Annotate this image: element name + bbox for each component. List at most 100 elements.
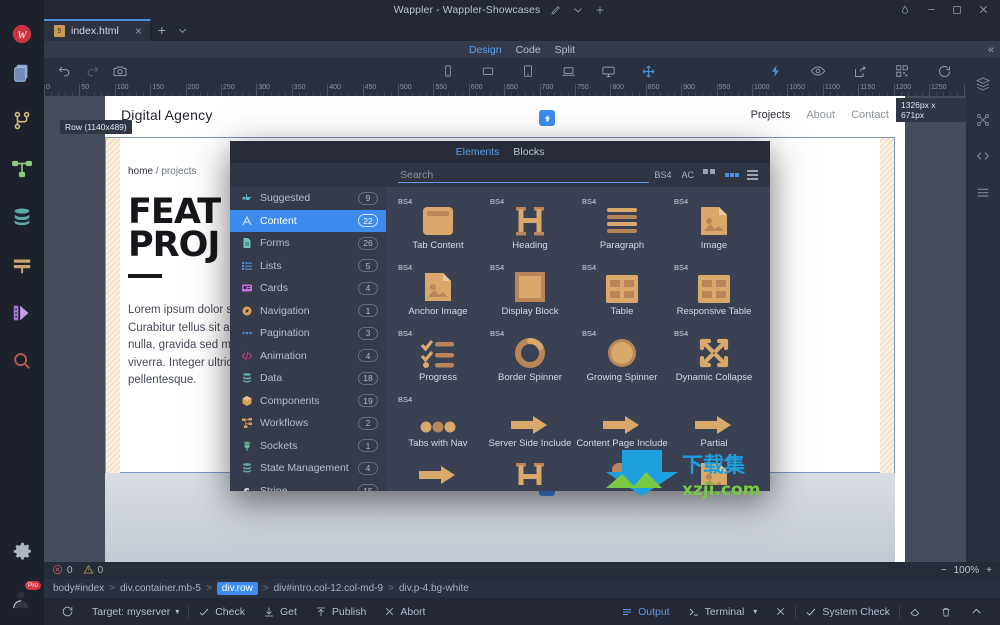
category-item-animation[interactable]: Animation4	[230, 345, 386, 368]
element-tile-tab-content[interactable]: BS4Tab Content	[392, 197, 484, 263]
breadcrumb-projects[interactable]: projects	[161, 166, 196, 177]
category-item-components[interactable]: Components19	[230, 390, 386, 413]
server-connect-icon[interactable]	[0, 241, 44, 289]
insert-up-handle[interactable]	[539, 110, 555, 126]
category-item-content[interactable]: Content22	[230, 210, 386, 233]
target-server-selector[interactable]: Target: myserver ▾	[83, 598, 188, 625]
category-item-navigation[interactable]: Navigation1	[230, 300, 386, 323]
tab-index-html[interactable]: 5 index.html ×	[44, 19, 151, 41]
open-external-icon[interactable]	[846, 58, 874, 84]
element-tile-partial[interactable]	[668, 461, 760, 485]
element-tile-image[interactable]: BS4Image	[668, 197, 760, 263]
dom-breadcrumb-bar[interactable]: body#index>div.container.mb-5>div.row>di…	[44, 579, 1000, 598]
zoom-out-button[interactable]: −	[941, 565, 947, 576]
settings-gear-icon[interactable]	[0, 527, 44, 575]
category-item-suggested[interactable]: Suggested9	[230, 187, 386, 210]
element-tile-heading[interactable]: BS4Heading	[484, 197, 576, 263]
dom-breadcrumb-item[interactable]: div.container.mb-5	[120, 583, 201, 594]
device-mobile-icon[interactable]	[434, 58, 462, 84]
category-item-cards[interactable]: Cards4	[230, 277, 386, 300]
file-manager-icon[interactable]	[0, 49, 44, 97]
device-tablet-portrait-icon[interactable]	[474, 58, 502, 84]
filter-ac-button[interactable]: AC	[676, 170, 699, 180]
design-palette-icon[interactable]	[0, 289, 44, 337]
terminal-close-button[interactable]	[766, 598, 795, 625]
category-list[interactable]: Suggested9Content22Forms26Lists5Cards4Na…	[230, 187, 386, 491]
dom-breadcrumb-item[interactable]: div#intro.col-12.col-md-9	[274, 583, 384, 594]
add-project-icon[interactable]	[593, 3, 606, 16]
category-item-state-management[interactable]: State Management4	[230, 457, 386, 480]
search-icon[interactable]	[0, 337, 44, 385]
wappler-logo[interactable]: W	[0, 19, 44, 49]
small-grid-view-icon[interactable]	[721, 173, 743, 177]
nav-link-contact[interactable]: Contact	[851, 109, 889, 121]
nav-link-about[interactable]: About	[806, 109, 835, 121]
element-tile-growing-spinner[interactable]: BS4Growing Spinner	[576, 329, 668, 395]
chevron-down-icon[interactable]	[571, 3, 584, 16]
element-tile-border-spinner[interactable]: BS4Border Spinner	[484, 329, 576, 395]
element-tile-partial[interactable]	[392, 461, 484, 485]
edit-pencil-icon[interactable]	[549, 3, 562, 16]
element-tile-tabs-with-nav[interactable]: BS4Tabs with Nav	[392, 395, 484, 461]
element-tile-server-side-include[interactable]: Server Side Include	[484, 395, 576, 461]
element-tile-partial[interactable]	[484, 461, 576, 485]
publish-button[interactable]: Publish	[306, 598, 375, 625]
category-item-lists[interactable]: Lists5	[230, 255, 386, 278]
large-grid-view-icon[interactable]	[699, 169, 721, 181]
git-icon[interactable]	[0, 97, 44, 145]
refresh-icon[interactable]	[930, 58, 958, 84]
device-desktop-icon[interactable]	[594, 58, 622, 84]
theme-drop-icon[interactable]	[892, 0, 918, 19]
tab-elements[interactable]: Elements	[456, 146, 500, 158]
maximize-button[interactable]	[944, 0, 970, 19]
category-item-pagination[interactable]: Pagination3	[230, 322, 386, 345]
tab-list-chevron-icon[interactable]	[173, 19, 193, 41]
element-tile-table[interactable]: BS4Table	[576, 263, 668, 329]
dom-breadcrumb-item[interactable]: div.row	[217, 582, 258, 595]
dom-breadcrumb-item[interactable]: div.p-4.bg-white	[399, 583, 469, 594]
undo-icon[interactable]	[50, 58, 78, 84]
app-connect-icon[interactable]	[966, 102, 1000, 138]
element-tile-display-block[interactable]: BS4Display Block	[484, 263, 576, 329]
element-tile-partial[interactable]: Partial	[668, 395, 760, 461]
element-grid[interactable]: BS4Tab ContentBS4HeadingBS4ParagraphBS4I…	[386, 187, 770, 491]
tab-close-icon[interactable]: ×	[135, 25, 142, 37]
category-item-stripe[interactable]: Stripe15	[230, 480, 386, 492]
category-item-forms[interactable]: Forms26	[230, 232, 386, 255]
clear-output-button[interactable]	[900, 598, 931, 625]
element-tile-progress[interactable]: BS4Progress	[392, 329, 484, 395]
element-tile-paragraph[interactable]: BS4Paragraph	[576, 197, 668, 263]
elements-panel[interactable]: Elements Blocks BS4 AC Suggested9Content…	[230, 141, 770, 491]
preview-eye-icon[interactable]	[804, 58, 832, 84]
view-mode-split[interactable]: Split	[555, 44, 575, 56]
output-button[interactable]: Output	[612, 598, 679, 625]
app-structure-icon[interactable]	[966, 66, 1000, 102]
nav-link-projects[interactable]: Projects	[751, 109, 791, 121]
device-laptop-icon[interactable]	[554, 58, 582, 84]
system-check-button[interactable]: System Check	[796, 598, 899, 625]
element-tile-content-page-include[interactable]: Content Page Include	[576, 395, 668, 461]
lightning-icon[interactable]	[762, 58, 790, 84]
dom-breadcrumb-item[interactable]: body#index	[53, 583, 104, 594]
zoom-in-button[interactable]: +	[986, 565, 992, 576]
database-icon[interactable]	[0, 193, 44, 241]
search-input[interactable]	[398, 167, 649, 183]
view-mode-design[interactable]: Design	[469, 44, 502, 56]
minimize-button[interactable]	[918, 0, 944, 19]
breadcrumb-home[interactable]: home	[128, 166, 153, 177]
site-structure-icon[interactable]	[0, 145, 44, 193]
category-item-data[interactable]: Data18	[230, 367, 386, 390]
collapse-panel-icon[interactable]: «	[988, 44, 994, 56]
category-item-sockets[interactable]: Sockets1	[230, 435, 386, 458]
chevron-down-icon[interactable]: ▾	[753, 607, 757, 616]
properties-icon[interactable]	[966, 174, 1000, 210]
device-tablet-icon[interactable]	[514, 58, 542, 84]
close-button[interactable]	[970, 0, 996, 19]
view-mode-code[interactable]: Code	[516, 44, 541, 56]
camera-icon[interactable]	[106, 58, 134, 84]
terminal-button[interactable]: Terminal ▾	[679, 598, 767, 625]
category-item-workflows[interactable]: Workflows2	[230, 412, 386, 435]
redo-icon[interactable]	[78, 58, 106, 84]
element-tile-responsive-table[interactable]: BS4Responsive Table	[668, 263, 760, 329]
delete-output-button[interactable]	[931, 598, 961, 625]
